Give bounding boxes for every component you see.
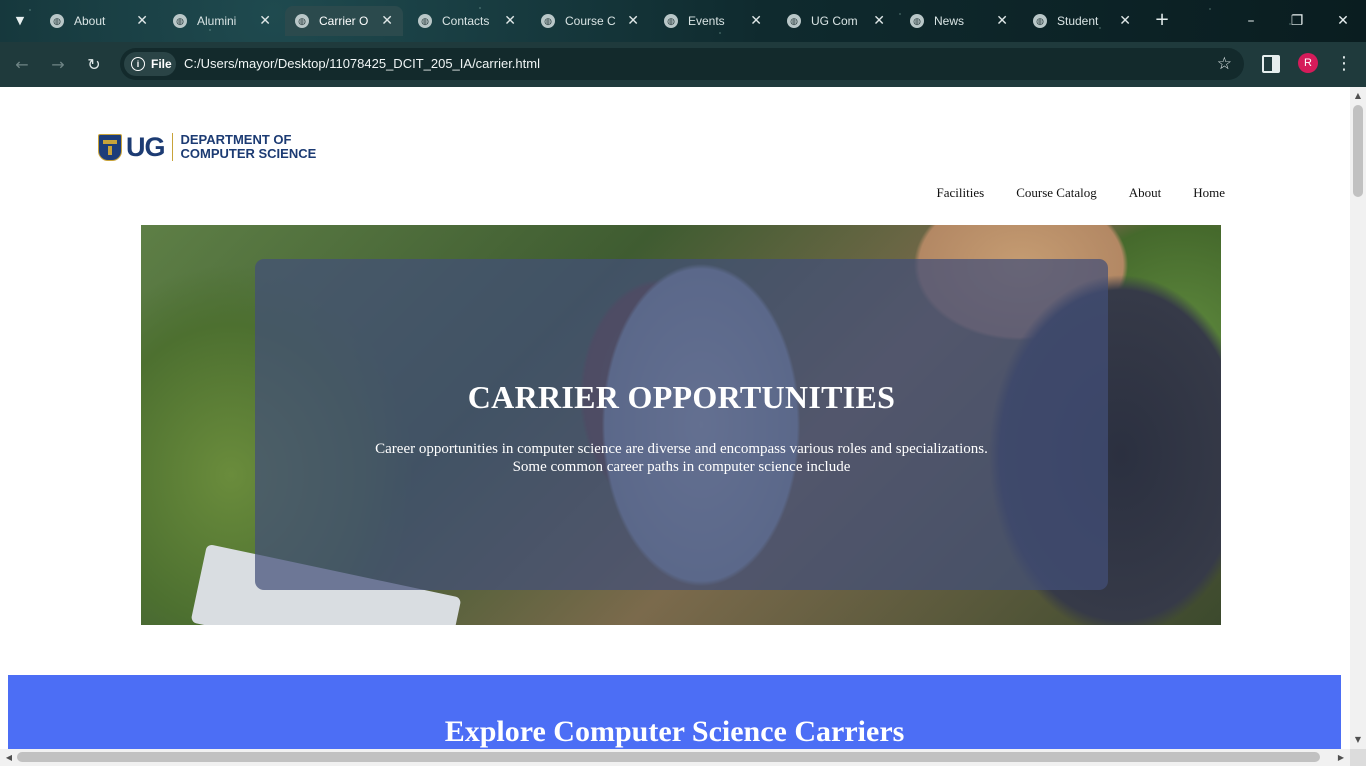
logo-divider: [171, 133, 173, 161]
tab-contacts[interactable]: ◍ Contacts ✕: [408, 6, 526, 36]
hero-overlay-card: CARRIER OPPORTUNITIES Career opportuniti…: [255, 259, 1108, 590]
tab-about[interactable]: ◍ About ✕: [40, 6, 158, 36]
scroll-right-icon[interactable]: ▶: [1334, 749, 1348, 766]
close-icon[interactable]: ✕: [381, 13, 393, 29]
logo-short: UG: [126, 131, 165, 162]
info-icon: i: [131, 57, 145, 71]
tab-ug-computer-science[interactable]: ◍ UG Com ✕: [777, 6, 895, 36]
tab-course-catalog[interactable]: ◍ Course C ✕: [531, 6, 649, 36]
reload-icon[interactable]: ↻: [80, 51, 108, 79]
globe-icon: ◍: [541, 14, 555, 28]
scroll-left-icon[interactable]: ◀: [2, 749, 16, 766]
minimize-icon[interactable]: –: [1239, 9, 1263, 33]
close-icon[interactable]: ✕: [504, 13, 516, 29]
close-icon[interactable]: ✕: [750, 13, 762, 29]
kebab-menu-icon[interactable]: ⋮: [1334, 51, 1354, 77]
hero-title: CARRIER OPPORTUNITIES: [467, 379, 896, 415]
tab-label: Carrier O: [319, 14, 369, 28]
restore-icon[interactable]: ❐: [1285, 9, 1309, 33]
globe-icon: ◍: [787, 14, 801, 28]
scheme-label: File: [151, 57, 172, 71]
nav-link-home[interactable]: Home: [1193, 185, 1225, 201]
scroll-up-icon[interactable]: ▲: [1350, 89, 1366, 103]
tab-label: Contacts: [442, 14, 490, 28]
tab-label: Events: [688, 14, 725, 28]
ug-crest-icon: [96, 131, 122, 163]
explore-section: Explore Computer Science Carriers: [8, 675, 1341, 749]
hero-text-line1: Career opportunities in computer science…: [375, 441, 988, 457]
browser-tab-strip: ▼ ◍ About ✕ ◍ Alumini ✕ ◍ Carrier O ✕ ◍ …: [0, 0, 1366, 42]
nav-link-facilities[interactable]: Facilities: [937, 185, 985, 201]
main-nav: Facilities Course Catalog About Home: [937, 185, 1225, 201]
logo-dept-line2: COMPUTER SCIENCE: [180, 146, 317, 161]
tab-label: Course C: [565, 14, 616, 28]
tab-label: Student: [1057, 14, 1099, 28]
globe-icon: ◍: [173, 14, 187, 28]
hero-text-line2: Some common career paths in computer sci…: [512, 459, 851, 475]
scroll-down-icon[interactable]: ▼: [1350, 733, 1366, 747]
site-logo[interactable]: UG DEPARTMENT OF COMPUTER SCIENCE: [96, 130, 316, 164]
close-icon[interactable]: ✕: [259, 13, 271, 29]
close-icon[interactable]: ✕: [1119, 13, 1131, 29]
close-window-icon[interactable]: ✕: [1331, 9, 1355, 33]
logo-dept-line1: DEPARTMENT OF: [180, 132, 292, 147]
horizontal-scrollbar[interactable]: ◀ ▶: [0, 749, 1350, 766]
explore-title: Explore Computer Science Carriers: [444, 715, 905, 748]
globe-icon: ◍: [418, 14, 432, 28]
globe-icon: ◍: [295, 14, 309, 28]
back-icon[interactable]: ←: [8, 51, 36, 79]
tab-label: UG Com: [811, 14, 858, 28]
site-info-chip[interactable]: i File: [124, 52, 176, 76]
globe-icon: ◍: [910, 14, 924, 28]
tab-student[interactable]: ◍ Student ✕: [1023, 6, 1141, 36]
tab-news[interactable]: ◍ News ✕: [900, 6, 1018, 36]
tab-events[interactable]: ◍ Events ✕: [654, 6, 772, 36]
star-icon[interactable]: ☆: [1217, 48, 1232, 80]
hero-banner: CARRIER OPPORTUNITIES Career opportuniti…: [141, 225, 1221, 625]
browser-toolbar: ← → ↻ i File C:/Users/mayor/Desktop/1107…: [0, 42, 1366, 87]
horizontal-scroll-thumb[interactable]: [17, 752, 1320, 762]
globe-icon: ◍: [50, 14, 64, 28]
tab-alumini[interactable]: ◍ Alumini ✕: [163, 6, 281, 36]
tab-carrier-opportunities[interactable]: ◍ Carrier O ✕: [285, 6, 403, 36]
forward-icon[interactable]: →: [44, 51, 72, 79]
close-icon[interactable]: ✕: [627, 13, 639, 29]
profile-avatar[interactable]: R: [1298, 53, 1318, 73]
nav-link-about[interactable]: About: [1129, 185, 1162, 201]
close-icon[interactable]: ✕: [136, 13, 148, 29]
hero-description: Career opportunities in computer science…: [315, 440, 1048, 476]
globe-icon: ◍: [1033, 14, 1047, 28]
nav-link-course-catalog[interactable]: Course Catalog: [1016, 185, 1097, 201]
logo-department: DEPARTMENT OF COMPUTER SCIENCE: [181, 133, 317, 161]
address-bar[interactable]: i File C:/Users/mayor/Desktop/11078425_D…: [120, 48, 1244, 80]
vertical-scroll-thumb[interactable]: [1353, 105, 1363, 197]
globe-icon: ◍: [664, 14, 678, 28]
tab-label: About: [74, 14, 106, 28]
close-icon[interactable]: ✕: [996, 13, 1008, 29]
scrollbar-corner: [1350, 749, 1366, 766]
url-text[interactable]: C:/Users/mayor/Desktop/11078425_DCIT_205…: [184, 48, 540, 80]
plus-icon[interactable]: +: [1150, 8, 1174, 32]
side-panel-icon[interactable]: [1262, 55, 1280, 73]
tab-search-icon[interactable]: ▼: [8, 9, 32, 33]
page-viewport: UG DEPARTMENT OF COMPUTER SCIENCE Facili…: [0, 87, 1350, 749]
tab-label: News: [934, 14, 965, 28]
vertical-scrollbar[interactable]: ▲ ▼: [1350, 87, 1366, 749]
tab-label: Alumini: [197, 14, 237, 28]
close-icon[interactable]: ✕: [873, 13, 885, 29]
